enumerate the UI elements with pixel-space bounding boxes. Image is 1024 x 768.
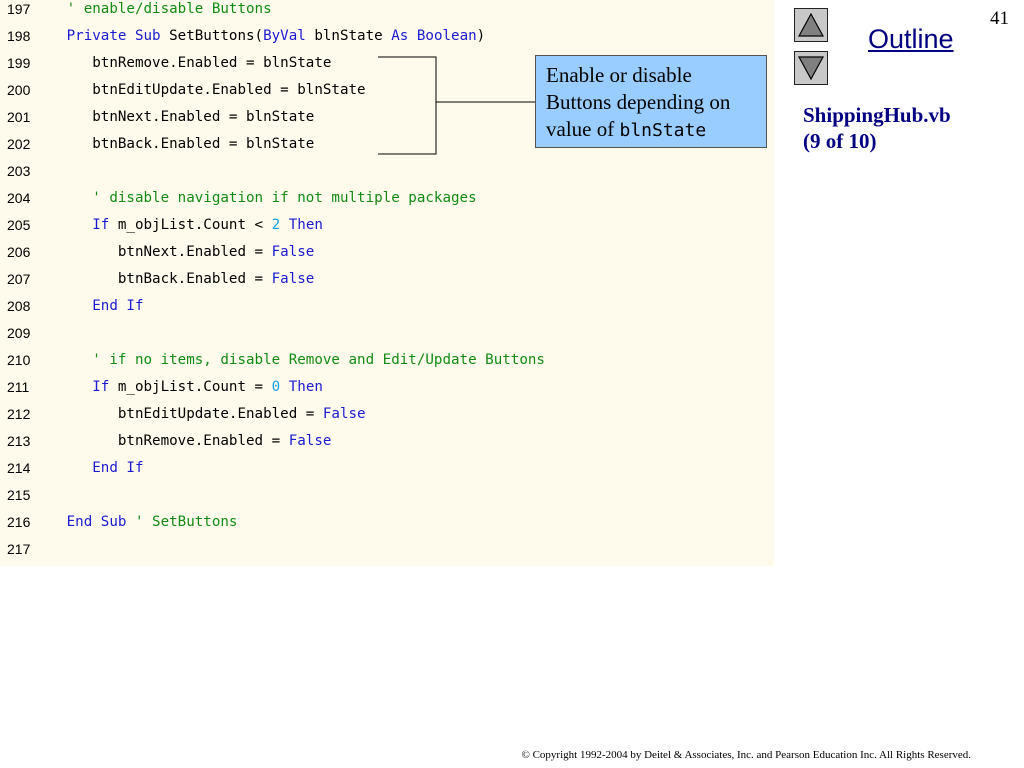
- code-text: End Sub ' SetButtons: [41, 509, 238, 536]
- previous-slide-button[interactable]: [794, 8, 828, 42]
- triangle-down-icon: [797, 56, 825, 81]
- comment-token: ' if no items, disable Remove and Edit/U…: [92, 352, 545, 368]
- keyword-token: If: [92, 379, 110, 395]
- code-line: 208 End If: [0, 293, 774, 320]
- code-token: btnRemove.Enabled =: [41, 433, 289, 449]
- keyword-token: Then: [288, 217, 323, 233]
- keyword-token: End: [92, 460, 118, 476]
- code-token: btnBack.Enabled =: [41, 271, 272, 287]
- code-text: btnBack.Enabled = False: [41, 266, 314, 293]
- code-token: m_objList.Count <: [109, 217, 272, 233]
- code-text: btnNext.Enabled = False: [41, 239, 314, 266]
- line-number: 217: [7, 541, 31, 557]
- keyword-token: End: [92, 298, 118, 314]
- outline-link[interactable]: Outline: [868, 24, 954, 55]
- line-number: 207: [7, 271, 31, 287]
- code-line: 215: [0, 482, 774, 509]
- callout-line-3: value of blnState: [546, 116, 756, 144]
- number-token: 0: [271, 379, 281, 395]
- code-line: 210 ' if no items, disable Remove and Ed…: [0, 347, 774, 374]
- code-line: 213 btnRemove.Enabled = False: [0, 428, 774, 455]
- callout-prefix: value of: [546, 117, 620, 141]
- keyword-token: If: [92, 217, 110, 233]
- code-text: End If: [41, 455, 144, 482]
- triangle-up-icon: [797, 12, 825, 37]
- keyword-token: If: [126, 460, 144, 476]
- code-token: btnNext.Enabled =: [41, 244, 272, 260]
- slide-number: 41: [990, 8, 1009, 29]
- file-name: ShippingHub.vb: [803, 103, 951, 127]
- callout-code: blnState: [619, 120, 707, 141]
- code-line: 212 btnEditUpdate.Enabled = False: [0, 401, 774, 428]
- line-number: 210: [7, 352, 31, 368]
- code-line: 205 If m_objList.Count < 2 Then: [0, 212, 774, 239]
- line-number: 205: [7, 217, 31, 233]
- code-line: 217: [0, 536, 774, 563]
- keyword-token: False: [271, 244, 315, 260]
- callout-line-2: Buttons depending on: [546, 90, 731, 114]
- code-line: 209: [0, 320, 774, 347]
- code-text: If m_objList.Count < 2 Then: [41, 212, 323, 239]
- keyword-token: Sub: [100, 514, 127, 530]
- line-number: 211: [7, 379, 30, 395]
- comment-token: ' SetButtons: [134, 514, 238, 530]
- code-line: 214 End If: [0, 455, 774, 482]
- copyright-notice: © Copyright 1992-2004 by Deitel & Associ…: [521, 749, 971, 761]
- code-line: 206 btnNext.Enabled = False: [0, 239, 774, 266]
- line-number: 208: [7, 298, 31, 314]
- line-number: 215: [7, 487, 31, 503]
- code-line: 211 If m_objList.Count = 0 Then: [0, 374, 774, 401]
- code-text: btnEditUpdate.Enabled = False: [41, 401, 366, 428]
- keyword-token: False: [322, 406, 366, 422]
- line-number: 214: [7, 460, 31, 476]
- code-text: btnRemove.Enabled = False: [41, 428, 332, 455]
- code-token: m_objList.Count =: [109, 379, 272, 395]
- code-line: 207 btnBack.Enabled = False: [0, 266, 774, 293]
- line-number: 216: [7, 514, 31, 530]
- code-text: ' if no items, disable Remove and Edit/U…: [41, 347, 545, 374]
- file-part: (9 of 10): [803, 129, 877, 153]
- keyword-token: False: [271, 271, 315, 287]
- code-text: End If: [41, 293, 144, 320]
- code-text: If m_objList.Count = 0 Then: [41, 374, 323, 401]
- code-line: 216 End Sub ' SetButtons: [0, 509, 774, 536]
- number-token: 2: [271, 217, 281, 233]
- keyword-token: If: [126, 298, 144, 314]
- line-number: 206: [7, 244, 31, 260]
- file-title: ShippingHub.vb (9 of 10): [803, 102, 951, 154]
- line-number: 209: [7, 325, 31, 341]
- code-token: btnEditUpdate.Enabled =: [41, 406, 323, 422]
- next-slide-button[interactable]: [794, 51, 828, 85]
- callout-box: Enable or disable Buttons depending on v…: [535, 55, 767, 148]
- callout-line-1: Enable or disable: [546, 63, 692, 87]
- line-number: 213: [7, 433, 31, 449]
- keyword-token: End: [66, 514, 93, 530]
- keyword-token: Then: [288, 379, 323, 395]
- keyword-token: False: [288, 433, 332, 449]
- line-number: 212: [7, 406, 31, 422]
